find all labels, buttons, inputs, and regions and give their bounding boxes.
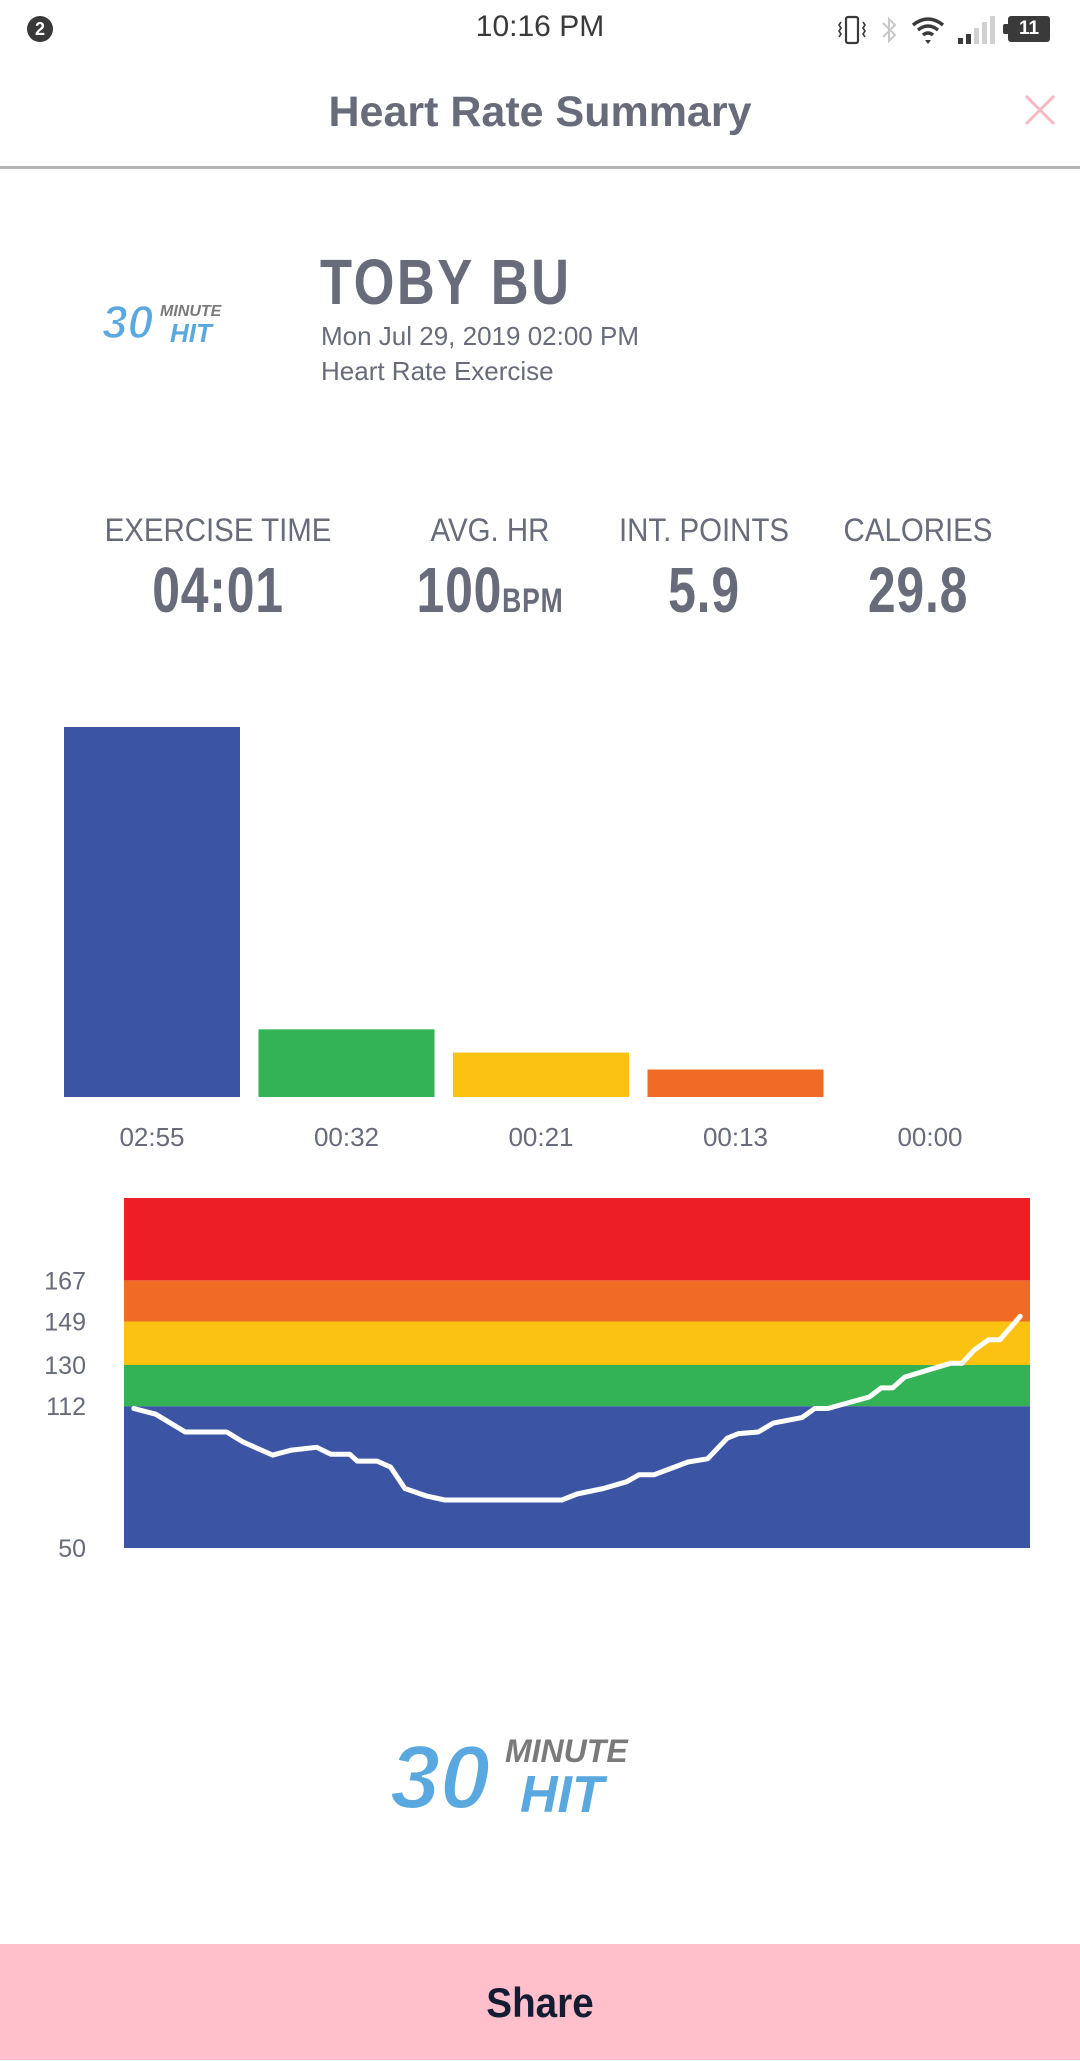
zone-bar (64, 727, 240, 1097)
zone-bar (647, 1069, 824, 1097)
hr-y-tick-label: 167 (44, 1267, 86, 1295)
logo-number: 30 (102, 296, 154, 348)
close-button[interactable] (1018, 88, 1062, 132)
stat-label: EXERCISE TIME (104, 512, 332, 548)
zone-bar-label: 02:55 (119, 1122, 184, 1152)
close-icon (1024, 94, 1056, 126)
vibrate-icon (838, 15, 866, 45)
hr-y-tick-label: 149 (44, 1309, 86, 1337)
wifi-icon (911, 17, 945, 44)
stat-label: CALORIES (843, 512, 993, 548)
zone-bar-label: 00:00 (897, 1122, 962, 1152)
stat-exercise-time: EXERCISE TIME 04:01 (88, 512, 348, 627)
cell-signal-icon (958, 16, 995, 44)
zone-bar-label: 00:13 (703, 1122, 768, 1152)
battery-icon: 11 (1003, 16, 1050, 42)
user-name: TOBY BU (320, 246, 572, 318)
stat-value: 5.9 (668, 554, 740, 626)
page-title: Heart Rate Summary (328, 88, 752, 136)
zone-bar-label: 00:32 (314, 1122, 379, 1152)
logo-number: 30 (390, 1728, 490, 1828)
session-date: Mon Jul 29, 2019 02:00 PM (321, 321, 639, 351)
zone-bar (258, 1029, 435, 1097)
hr-zone-band (124, 1406, 1030, 1548)
hr-y-tick-label: 50 (58, 1535, 86, 1563)
logo-word-hit: HIT (170, 318, 214, 348)
hr-zone-band (124, 1321, 1030, 1365)
logo-word-minute: MINUTE (505, 1733, 629, 1769)
logo-word-hit: HIT (520, 1766, 608, 1824)
status-bar: 2 10:16 PM 11 (0, 0, 1080, 58)
bluetooth-icon (882, 16, 897, 44)
stat-value: 29.8 (867, 554, 969, 626)
brand-logo-large: 30 MINUTE HIT (389, 1727, 629, 1829)
hr-y-tick-label: 112 (46, 1393, 86, 1421)
stat-value: 04:01 (152, 554, 284, 626)
hr-zone-band (124, 1198, 1030, 1281)
header-bar: Heart Rate Summary (0, 58, 1080, 169)
brand-logo-small: 30 MINUTE HIT (101, 295, 222, 349)
zone-time-bar-chart: 02:55 00:32 00:21 00:13 00:00 (64, 727, 963, 1152)
share-button-label: Share (486, 1979, 594, 2026)
share-button[interactable]: Share (0, 1944, 1080, 2060)
session-type: Heart Rate Exercise (321, 356, 554, 386)
stat-unit: BPM (502, 582, 564, 620)
hr-y-tick-label: 130 (44, 1352, 86, 1380)
zone-bar-label: 00:21 (508, 1122, 573, 1152)
stat-calories: CALORIES 29.8 (788, 512, 1048, 627)
zone-bar (453, 1052, 629, 1097)
heart-rate-line-chart: 50 112 130 149 167 (44, 1198, 1030, 1563)
hr-zone-band (124, 1280, 1030, 1322)
stat-value: 100BPM (416, 554, 564, 626)
